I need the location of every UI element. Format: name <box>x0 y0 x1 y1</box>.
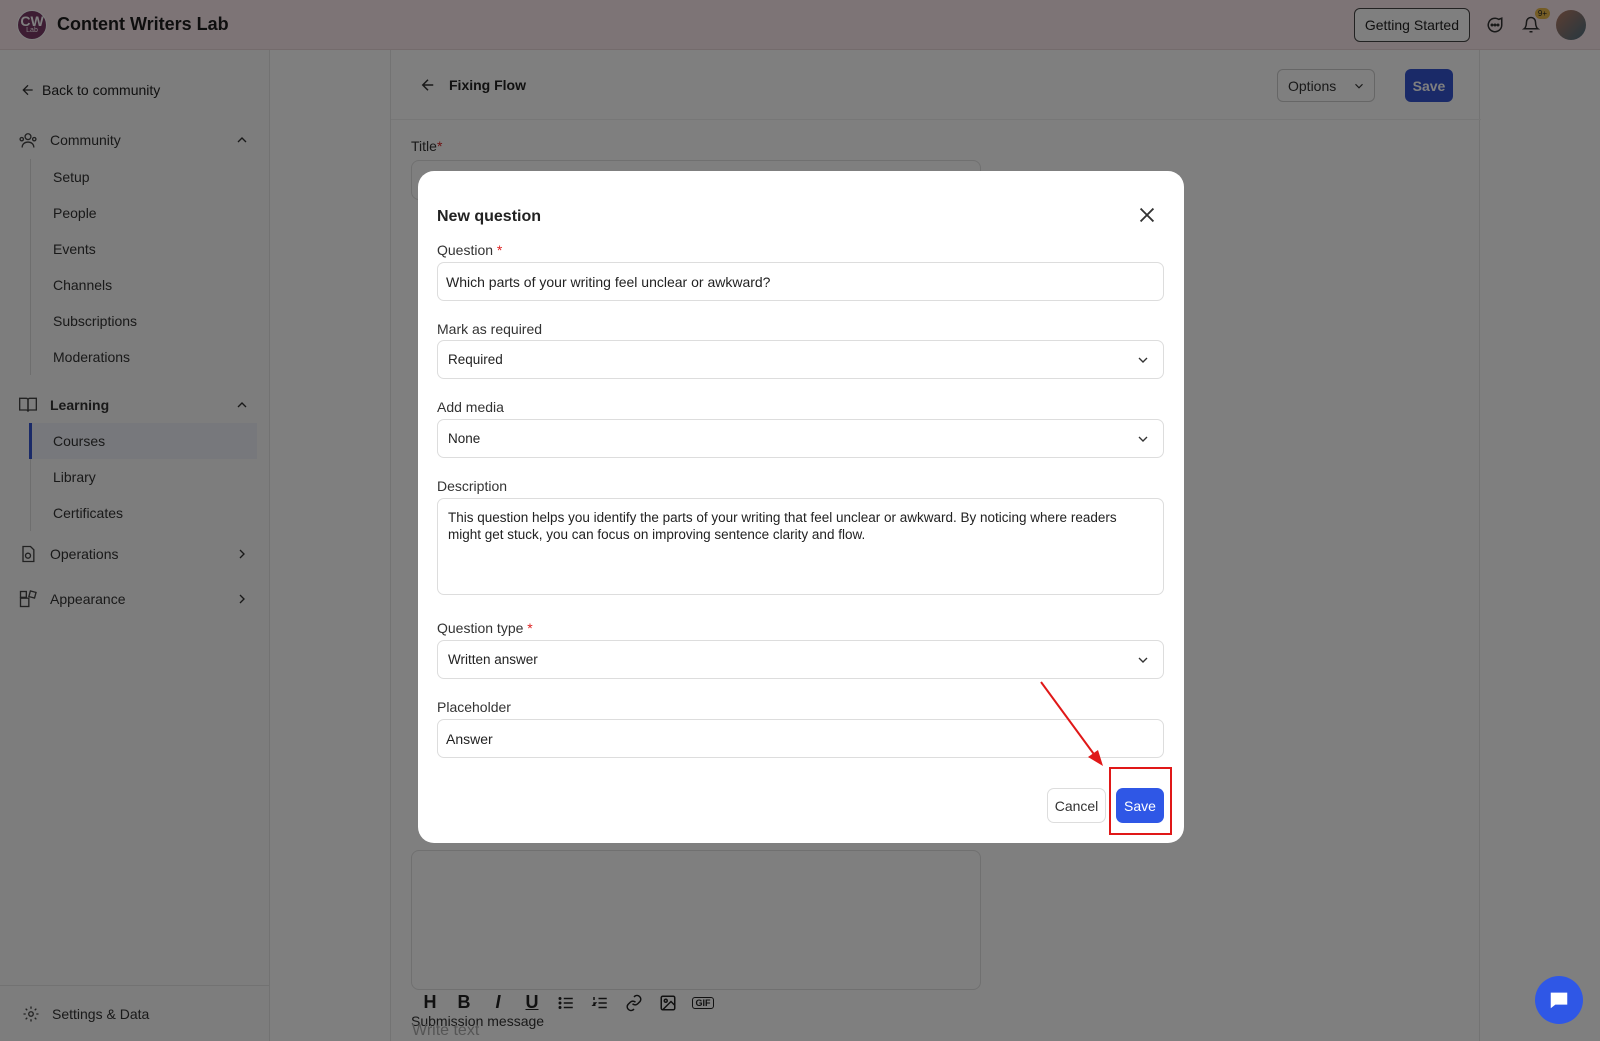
chat-bubble-icon <box>1550 992 1568 1009</box>
support-chat-button[interactable] <box>1535 976 1583 1024</box>
annotation-arrow <box>1040 681 1103 766</box>
